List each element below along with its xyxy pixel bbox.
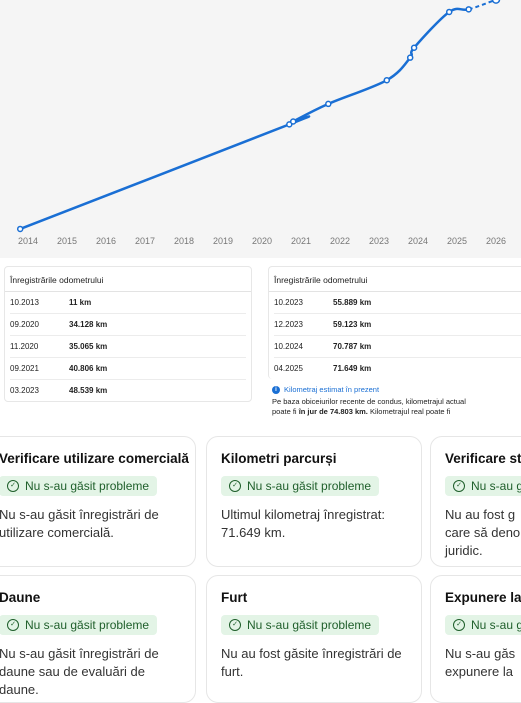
table-row: 04.2025 71.649 km [274,358,521,379]
odometer-chart-svg: 2014 2015 2016 2017 2018 2019 2020 2021 2022 2023… [16,0,506,246]
row-date: 03.2023 [10,386,39,395]
estimate-text-2: poate fi în jur de 74.803 km. Kilometraj… [272,407,451,416]
x-tick-label: 2022 [330,236,350,246]
row-km: 70.787 km [333,342,372,351]
data-point [465,6,472,13]
x-tick-label: 2019 [213,236,233,246]
row-km: 11 km [69,298,92,307]
row-km: 55.889 km [333,298,372,307]
check-circle-icon: ✓ [7,479,19,492]
estimate-link[interactable]: i Kilometraj estimat în prezent [272,385,521,395]
status-badge: ✓ Nu s-au găsit probleme [221,614,380,635]
row-date: 09.2021 [10,364,39,373]
check-circle-icon: ✓ [453,618,465,631]
x-tick-label: 2020 [252,236,272,246]
estimate-text-1: Pe baza obiceiurilor recente de condus, … [272,397,466,406]
table-row: 03.2023 48.539 km [10,380,246,401]
card-text: Nu s-au găsit înregistrări de daune sau … [0,645,159,697]
card-exposure: Expunere la ✓ Nu s-au g Nu s-au găs expun… [430,575,521,703]
data-point [383,76,391,84]
x-tick-label: 2025 [447,236,467,246]
card-commercial-use: Verificare utilizare comercială ✓ Nu s-au… [0,436,196,567]
status-badge: ✓ Nu s-au găsit probleme [0,614,158,635]
check-circle-icon: ✓ [7,618,19,631]
row-date: 10.2013 [10,298,39,307]
card-status-check: Verificare st ✓ Nu s-au g Nu au fost g ca… [430,436,521,567]
card-mileage: Kilometri parcurși ✓ Nu s-au găsit proble… [206,436,422,567]
data-point [410,44,418,51]
data-point [16,225,24,233]
status-badge: ✓ Nu s-au găsit probleme [221,475,380,496]
x-tick-label: 2026 [486,236,506,246]
data-point [289,118,297,125]
row-date: 10.2024 [274,342,303,351]
card-damage: Daune ✓ Nu s-au găsit probleme Nu s-au gă… [0,575,196,703]
estimate-series-line [468,0,497,11]
row-km: 59.123 km [333,320,372,329]
x-tick-label: 2015 [57,236,77,246]
row-date: 04.2025 [274,364,303,373]
row-km: 35.065 km [69,342,108,351]
card-title: Furt [221,590,248,605]
odometer-chart: 2014 2015 2016 2017 2018 2019 2020 2021 2022 2023… [0,0,521,258]
x-tick-label: 2016 [96,236,116,246]
card-title: Verificare utilizare comercială [0,451,189,466]
x-tick-label: 2017 [135,236,155,246]
card-text: Nu au fost găsite înregistrări de furt. [221,645,402,679]
card-title: Daune [0,590,41,605]
x-tick-label: 2014 [18,236,38,246]
data-point [445,8,453,16]
table-header: Înregistrările odometrului [5,267,251,292]
check-circle-icon: ✓ [453,479,465,492]
table-row: 09.2021 40.806 km [10,358,246,380]
data-point [325,100,332,108]
check-circle-icon: ✓ [229,618,241,631]
data-point [406,54,414,61]
info-icon: i [272,386,280,394]
row-km: 48.539 km [69,386,108,395]
x-tick-label: 2023 [369,236,389,246]
row-km: 71.649 km [333,364,372,373]
table-row: 12.2023 59.123 km [274,314,521,336]
row-date: 12.2023 [274,320,303,329]
card-theft: Furt ✓ Nu s-au găsit probleme Nu au fost … [206,575,422,703]
row-date: 09.2020 [10,320,39,329]
table-row: 10.2024 70.787 km [274,336,521,358]
estimate-note: i Kilometraj estimat în prezent Pe baza … [272,385,521,417]
table-header: Înregistrările odometrului [269,267,521,292]
status-badge: ✓ Nu s-au g [445,475,521,496]
card-text: Ultimul kilometraj înregistrat: 71.649 k… [221,506,385,540]
table-row: 11.2020 35.065 km [10,336,246,358]
table-row: 10.2023 55.889 km [274,292,521,314]
odometer-table-left: Înregistrările odometrului 10.2013 11 km 0… [4,266,252,402]
odometer-table-right: Înregistrările odometrului 10.2023 55.889… [268,266,521,379]
status-badge: ✓ Nu s-au g [445,614,521,635]
card-text: Nu s-au găs expunere la [445,645,516,679]
card-text: Nu au fost g care să deno juridic. [445,506,521,558]
table-row: 10.2013 11 km [10,292,246,314]
card-text: Nu s-au găsit înregistrări de utilizare … [0,506,159,540]
odometer-series-line [19,7,470,231]
row-date: 11.2020 [10,342,39,351]
row-km: 40.806 km [69,364,108,373]
x-tick-label: 2024 [408,236,428,246]
x-tick-label: 2021 [291,236,311,246]
row-km: 34.128 km [69,320,108,329]
row-date: 10.2023 [274,298,303,307]
table-row: 09.2020 34.128 km [10,314,246,336]
card-title: Verificare st [445,451,521,466]
card-title: Kilometri parcurși [221,451,337,466]
card-title: Expunere la [445,590,521,605]
data-point [491,0,501,4]
x-tick-label: 2018 [174,236,194,246]
check-circle-icon: ✓ [229,479,241,492]
status-badge: ✓ Nu s-au găsit probleme [0,475,158,496]
